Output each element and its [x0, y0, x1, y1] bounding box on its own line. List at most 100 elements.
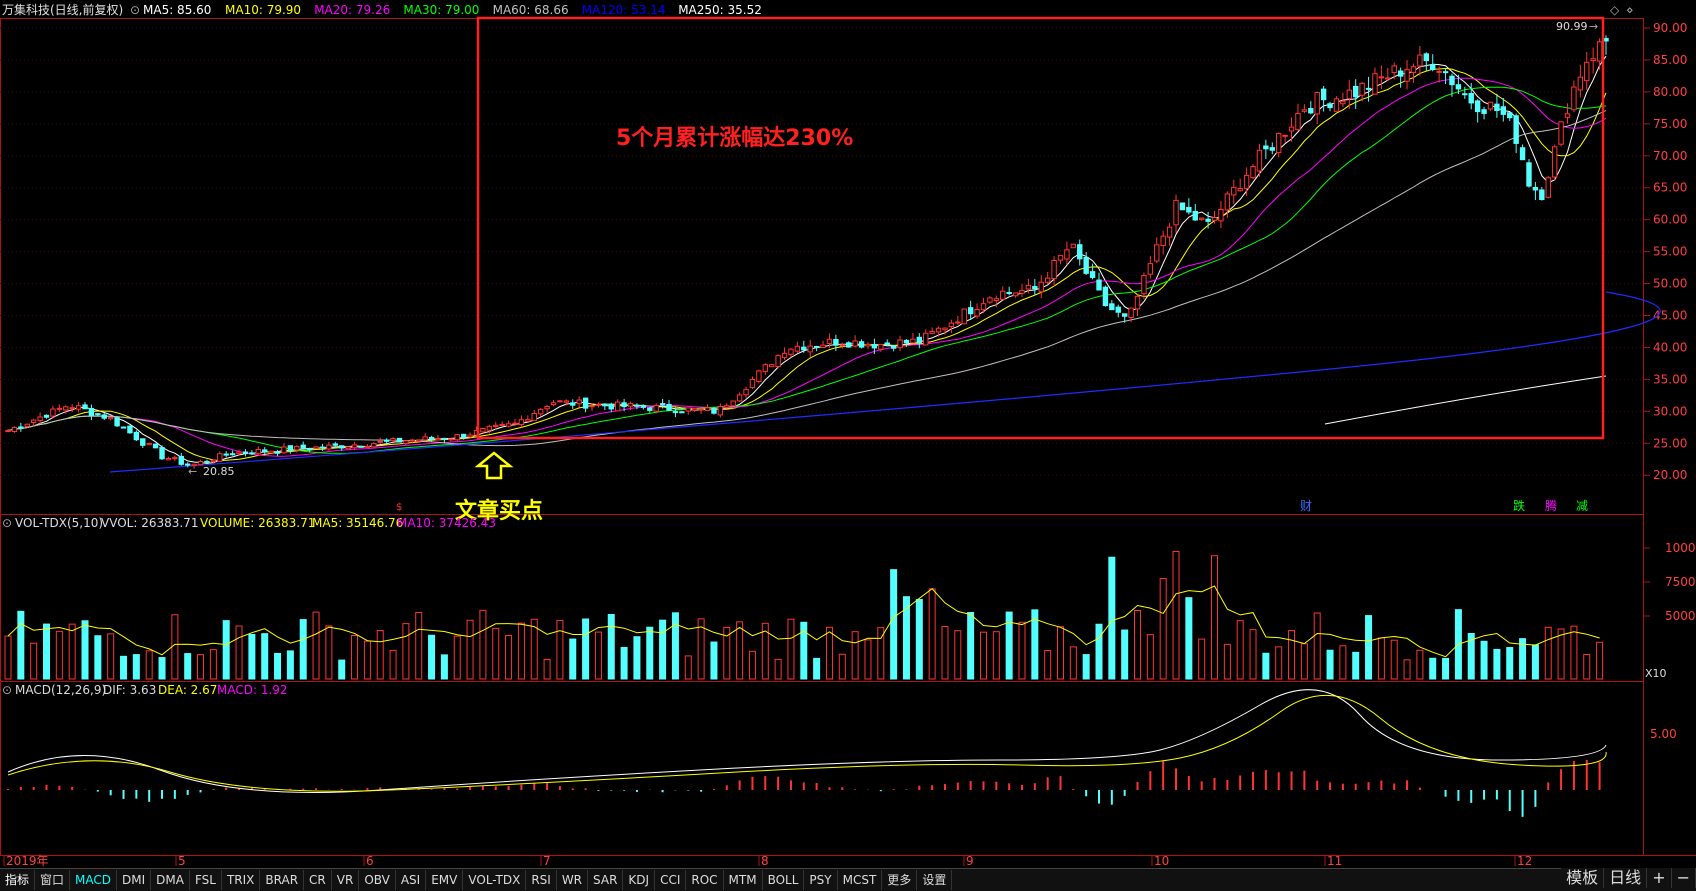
candle-body [1571, 86, 1577, 111]
candle-body [621, 402, 627, 408]
indicator-tab[interactable]: DMA [151, 870, 190, 890]
event-marker-jian[interactable]: 减 [1576, 499, 1588, 513]
volume-bar [813, 657, 821, 680]
indicator-tab[interactable]: DMI [117, 870, 152, 890]
volume-bar [710, 641, 718, 680]
indicator-tab[interactable]: 更多 [882, 870, 918, 890]
macd-dif: DIF: 3.63 [103, 683, 156, 697]
indicator-tab[interactable]: BRAR [260, 870, 305, 890]
candle-body [691, 407, 698, 411]
candle-body [63, 406, 69, 411]
volume-bar [1544, 626, 1552, 680]
indicator-tab[interactable]: KDJ [623, 870, 656, 890]
candle-body [1134, 295, 1141, 310]
time-label: 7 [543, 854, 551, 868]
indicator-tab[interactable]: OBV [359, 870, 396, 890]
volume-bar [145, 650, 153, 680]
volume-bar [1480, 640, 1488, 680]
indicator-tab[interactable]: VR [332, 870, 360, 890]
candle-body [1346, 89, 1352, 100]
candle-body [602, 403, 608, 407]
volume-bar [1121, 629, 1129, 680]
time-label: 9 [966, 854, 974, 868]
candle-body [82, 404, 88, 410]
diamond-icon[interactable]: ◇ [1610, 3, 1620, 17]
volume-bar [748, 650, 756, 680]
indicator-tab[interactable]: WR [557, 870, 589, 890]
candle-body [255, 449, 261, 454]
candle-body [1494, 103, 1500, 112]
indicator-tab[interactable]: ROC [686, 870, 724, 890]
candle-body [756, 370, 762, 382]
candle-body [704, 407, 711, 412]
volume-bar [890, 569, 898, 680]
candle-body [890, 345, 897, 349]
event-marker-cai[interactable]: 财 [1300, 499, 1312, 513]
candle-body [1295, 113, 1301, 131]
candle-body [1539, 189, 1545, 201]
indicator-tab[interactable]: TRIX [222, 870, 261, 890]
volume-bar [825, 626, 833, 680]
candle-body [794, 345, 801, 352]
indicator-tab[interactable]: SAR [588, 870, 624, 890]
highlight-box [476, 16, 1605, 440]
time-label: 10 [1154, 854, 1169, 868]
indicator-tab[interactable]: 窗口 [35, 870, 71, 890]
event-marker-s[interactable]: $ [396, 502, 402, 513]
price-axis: 90.00 85.00 80.00 75.00 70.00 65.00 60.00 55.00… [1644, 21, 1687, 482]
candle-body [903, 339, 910, 344]
indicator-tab[interactable]: MCST [838, 870, 883, 890]
macd-axis-label: 5.00 [1650, 727, 1677, 741]
volume-vvol: VVOL: 26383.71 [101, 516, 198, 530]
candle-body [1173, 199, 1179, 226]
volume-bar [569, 638, 577, 680]
indicator-tab[interactable]: MACD [70, 870, 118, 890]
volume-bar [325, 625, 333, 680]
volume-bar [774, 658, 782, 680]
indicator-tab[interactable]: RSI [526, 870, 557, 890]
stock-chart[interactable]: 90.0085.0080.0075.0070.0065.0060.0055.00… [0, 0, 1696, 890]
candle-body [18, 426, 24, 429]
corner-control[interactable]: 日线 [1604, 868, 1648, 888]
candle-body [377, 440, 383, 443]
indicator-tab[interactable]: CR [304, 870, 332, 890]
price-label: 65.00 [1653, 181, 1687, 195]
candle-body [634, 404, 640, 407]
indicator-tab[interactable]: PSY [804, 870, 838, 890]
candle-body [769, 364, 775, 368]
indicator-tab[interactable]: VOL-TDX [463, 870, 527, 890]
candle-body [1038, 281, 1044, 293]
corner-control[interactable]: 模板 [1561, 868, 1605, 888]
volume-bar [1596, 641, 1604, 680]
candle-body [582, 397, 589, 409]
indicator-tab[interactable]: BOLL [763, 870, 805, 890]
volume-bar [1146, 634, 1154, 680]
event-marker-teng[interactable]: 腾 [1545, 498, 1557, 513]
candle-body [294, 445, 300, 451]
candle-body [1179, 202, 1186, 211]
price-label: 80.00 [1653, 85, 1687, 99]
candle-body [550, 402, 557, 406]
volume-bar [222, 620, 230, 680]
candle-body [557, 400, 563, 403]
indicator-tab[interactable]: MTM [724, 870, 763, 890]
macd-histogram [7, 689, 1607, 817]
volume-bar [787, 618, 795, 680]
indicator-tab[interactable]: 设置 [917, 870, 953, 890]
candle-body [499, 423, 505, 426]
corner-control[interactable]: − [1671, 868, 1696, 888]
ma-legend-item: MA250: 35.52 [678, 3, 762, 17]
price-label: 60.00 [1653, 213, 1687, 227]
dif-line [7, 689, 1607, 793]
indicator-tab[interactable]: ASI [396, 870, 427, 890]
indicator-tab[interactable]: 指标 [0, 870, 36, 890]
expand-icon[interactable]: ⋄ [1626, 3, 1634, 17]
candle-body [1083, 257, 1089, 274]
candle-body [980, 303, 987, 311]
event-marker-die[interactable]: 跌 [1513, 498, 1525, 513]
indicator-tab[interactable]: EMV [426, 870, 464, 890]
indicator-tab[interactable]: CCI [655, 870, 687, 890]
indicator-tab[interactable]: FSL [190, 870, 222, 890]
volume-bar [248, 633, 256, 680]
corner-control[interactable]: + [1647, 868, 1672, 888]
